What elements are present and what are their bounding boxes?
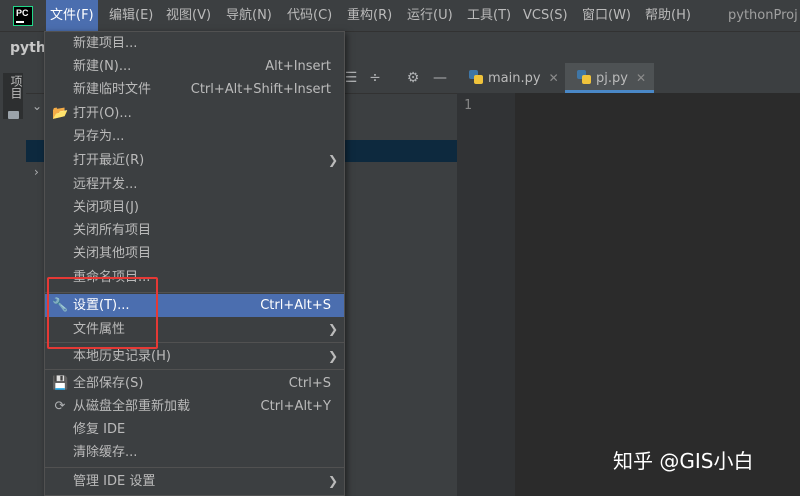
- file-menu-item[interactable]: 另存为...: [45, 125, 344, 148]
- file-menu-item[interactable]: 清除缓存...: [45, 441, 344, 464]
- file-menu-item-label: 打开最近(R): [73, 153, 145, 168]
- left-tool-strip: 项目: [0, 63, 27, 496]
- file-menu-item[interactable]: 本地历史记录(H) ❯: [45, 345, 344, 368]
- menu-vcs[interactable]: VCS(S): [523, 0, 568, 31]
- code-editor[interactable]: [515, 93, 800, 496]
- pycharm-logo-icon: PC: [13, 6, 33, 26]
- breadcrumb[interactable]: pyth: [10, 32, 46, 64]
- file-menu-item-label: 管理 IDE 设置: [73, 474, 156, 489]
- menu-tools[interactable]: 工具(T): [467, 0, 511, 31]
- menu-separator: [45, 292, 344, 293]
- file-menu-item[interactable]: 新建临时文件 Ctrl+Alt+Shift+Insert: [45, 78, 344, 101]
- gear-icon[interactable]: ⚙: [404, 69, 422, 87]
- folder-open-icon: 📂: [52, 106, 69, 121]
- file-menu-item[interactable]: ⟳ 从磁盘全部重新加载 Ctrl+Alt+Y: [45, 395, 344, 418]
- project-tool-tab-label: 项目: [9, 75, 23, 99]
- window-title: pythonProj: [728, 8, 798, 23]
- file-menu-item[interactable]: 🔧 设置(T)... Ctrl+Alt+S: [45, 294, 344, 317]
- file-menu-item-label: 远程开发...: [73, 177, 138, 192]
- watermark: 知乎 @GIS小白: [613, 449, 754, 473]
- menu-navigate[interactable]: 导航(N): [226, 0, 272, 31]
- editor-tab-bar: main.py ✕ pj.py ✕: [457, 63, 800, 94]
- menu-code[interactable]: 代码(C): [287, 0, 332, 31]
- file-menu-item-label: 从磁盘全部重新加载: [73, 399, 191, 414]
- file-menu-item[interactable]: 重命名项目...: [45, 266, 344, 289]
- menu-separator: [45, 467, 344, 468]
- file-menu-item-label: 打开(O)...: [73, 106, 132, 121]
- close-icon[interactable]: ✕: [636, 71, 646, 85]
- shortcut-label: Alt+Insert: [265, 59, 331, 74]
- submenu-arrow-icon: ❯: [327, 349, 338, 363]
- file-menu-item[interactable]: 远程开发...: [45, 173, 344, 196]
- file-menu-item-label: 重命名项目...: [73, 270, 151, 285]
- file-menu-item-label: 文件属性: [73, 322, 126, 337]
- shortcut-label: Ctrl+Alt+S: [260, 298, 331, 313]
- editor-gutter: [457, 93, 515, 496]
- file-menu-item[interactable]: 📂 打开(O)...: [45, 102, 344, 125]
- menu-separator: [45, 342, 344, 343]
- file-menu-item-label: 新建临时文件: [73, 82, 152, 97]
- file-menu-item-label: 关闭所有项目: [73, 223, 152, 238]
- shortcut-label: Ctrl+Alt+Y: [260, 399, 331, 414]
- file-menu-item-label: 本地历史记录(H): [73, 349, 171, 364]
- tab-pj-py[interactable]: pj.py ✕: [565, 63, 655, 93]
- chevron-down-icon[interactable]: ⌄: [32, 99, 42, 113]
- file-menu-item[interactable]: 关闭其他项目: [45, 242, 344, 265]
- file-menu-item-label: 全部保存(S): [73, 376, 144, 391]
- submenu-arrow-icon: ❯: [327, 474, 338, 488]
- file-menu-item-label: 关闭项目(J): [73, 200, 139, 215]
- file-menu-item-label: 新建(N)...: [73, 59, 132, 74]
- wrench-icon: 🔧: [52, 298, 69, 313]
- file-menu-item[interactable]: 新建项目...: [45, 32, 344, 55]
- menu-separator: [45, 369, 344, 370]
- file-menu-item-label: 清除缓存...: [73, 445, 138, 460]
- file-menu-item[interactable]: 管理 IDE 设置 ❯: [45, 470, 344, 493]
- file-menu-dropdown: 新建项目... 新建(N)... Alt+Insert 新建临时文件 Ctrl+Alt+…: [44, 31, 345, 496]
- file-menu-item[interactable]: 关闭项目(J): [45, 196, 344, 219]
- python-file-icon: [577, 70, 591, 84]
- folder-icon: [8, 111, 19, 119]
- tab-label: pj.py: [596, 71, 628, 86]
- close-icon[interactable]: ✕: [549, 71, 559, 85]
- scroll-from-source-icon[interactable]: ÷: [366, 69, 384, 87]
- project-tool-tab[interactable]: 项目: [3, 73, 23, 119]
- file-menu-item-label: 另存为...: [73, 129, 125, 144]
- menu-view[interactable]: 视图(V): [166, 0, 211, 31]
- save-icon: 💾: [52, 376, 69, 391]
- file-menu-item-label: 设置(T)...: [73, 298, 130, 313]
- file-menu-item-label: 关闭其他项目: [73, 246, 152, 261]
- submenu-arrow-icon: ❯: [327, 153, 338, 167]
- file-menu-item[interactable]: 关闭所有项目: [45, 219, 344, 242]
- file-menu-item[interactable]: 文件属性 ❯: [45, 318, 344, 341]
- chevron-right-icon[interactable]: ›: [34, 165, 39, 179]
- shortcut-label: Ctrl+S: [288, 376, 331, 391]
- menu-window[interactable]: 窗口(W): [582, 0, 631, 31]
- submenu-arrow-icon: ❯: [327, 322, 338, 336]
- line-number: 1: [464, 98, 472, 113]
- menu-bar: PC 文件(F) 编辑(E) 视图(V) 导航(N) 代码(C) 重构(R) 运…: [0, 0, 800, 31]
- menu-file[interactable]: 文件(F): [46, 0, 98, 31]
- menu-edit[interactable]: 编辑(E): [109, 0, 153, 31]
- file-menu-item[interactable]: 修复 IDE: [45, 418, 344, 441]
- python-file-icon: [469, 70, 483, 84]
- file-menu-item-label: 新建项目...: [73, 36, 138, 51]
- minimize-icon[interactable]: —: [431, 69, 449, 87]
- menu-run[interactable]: 运行(U): [407, 0, 453, 31]
- tab-main-py[interactable]: main.py ✕: [469, 63, 559, 93]
- file-menu-item[interactable]: 打开最近(R) ❯: [45, 149, 344, 172]
- reload-icon: ⟳: [54, 399, 66, 414]
- file-menu-item[interactable]: 新建(N)... Alt+Insert: [45, 55, 344, 78]
- menu-refactor[interactable]: 重构(R): [347, 0, 392, 31]
- file-menu-item[interactable]: 💾 全部保存(S) Ctrl+S: [45, 372, 344, 395]
- menu-help[interactable]: 帮助(H): [645, 0, 691, 31]
- tab-label: main.py: [488, 71, 541, 86]
- shortcut-label: Ctrl+Alt+Shift+Insert: [190, 82, 331, 97]
- file-menu-item-label: 修复 IDE: [73, 422, 126, 437]
